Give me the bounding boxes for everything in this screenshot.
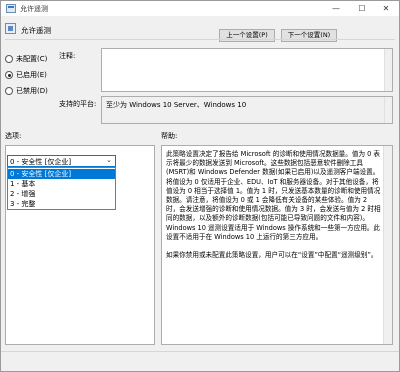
dropdown-option[interactable]: 1 - 基本	[8, 179, 115, 189]
comment-label: 注释:	[59, 52, 76, 60]
telemetry-level-select[interactable]: 0 - 安全性 [仅企业] ⌄	[7, 155, 116, 167]
support-scrollbar[interactable]	[384, 97, 392, 123]
close-button[interactable]: ✕	[373, 1, 399, 16]
radio-not-configured[interactable]: 未配置(C)	[5, 54, 47, 64]
dialog-window: 允许遥测 — ☐ ✕ 允许遥测 上一个设置(P) 下一个设置(N) 未配置(C)…	[0, 0, 400, 372]
comment-scrollbar[interactable]	[384, 49, 392, 91]
options-label: 选项:	[5, 132, 22, 140]
dropdown-option[interactable]: 3 - 完整	[8, 199, 115, 209]
supported-platforms-box: 至少为 Windows 10 Server、Windows 10	[101, 96, 393, 124]
minimize-button[interactable]: —	[323, 1, 349, 16]
policy-icon	[6, 4, 16, 13]
help-text: 此策略设置决定了报告给 Microsoft 的诊断和使用情况数据量。值为 0 表…	[166, 150, 381, 260]
maximize-button[interactable]: ☐	[349, 1, 375, 16]
radio-circle[interactable]	[5, 87, 13, 95]
supported-platforms-label: 支持的平台:	[59, 100, 97, 108]
title-bar: 允许遥测 — ☐ ✕	[1, 1, 399, 16]
help-panel: 此策略设置决定了报告给 Microsoft 的诊断和使用情况数据量。值为 0 表…	[161, 145, 393, 345]
previous-setting-button[interactable]: 上一个设置(P)	[219, 29, 275, 42]
radio-circle[interactable]	[5, 55, 13, 63]
dropdown-option[interactable]: 2 - 增强	[8, 189, 115, 199]
radio-disabled[interactable]: 已禁用(D)	[5, 86, 48, 96]
radio-label: 未配置(C)	[16, 55, 48, 63]
chevron-down-icon[interactable]: ⌄	[106, 156, 112, 164]
comment-field[interactable]	[101, 48, 393, 92]
help-scrollbar[interactable]	[383, 146, 392, 344]
select-value: 0 - 安全性 [仅企业]	[10, 158, 72, 166]
radio-enabled[interactable]: 已启用(E)	[5, 70, 47, 80]
setting-icon	[5, 23, 16, 34]
supported-platforms-value: 至少为 Windows 10 Server、Windows 10	[106, 101, 247, 109]
setting-title: 允许遥测	[21, 26, 51, 35]
radio-label: 已禁用(D)	[16, 87, 48, 95]
next-setting-button[interactable]: 下一个设置(N)	[281, 29, 337, 42]
footer-divider	[1, 351, 399, 352]
telemetry-level-dropdown: 0 - 安全性 [仅企业] 1 - 基本 2 - 增强 3 - 完整	[7, 167, 116, 210]
window-title: 允许遥测	[20, 5, 48, 13]
radio-label: 已启用(E)	[16, 71, 47, 79]
help-label: 帮助:	[161, 132, 178, 140]
header-divider	[5, 39, 395, 40]
dropdown-option[interactable]: 0 - 安全性 [仅企业]	[8, 169, 115, 179]
radio-circle-checked[interactable]	[5, 71, 13, 79]
